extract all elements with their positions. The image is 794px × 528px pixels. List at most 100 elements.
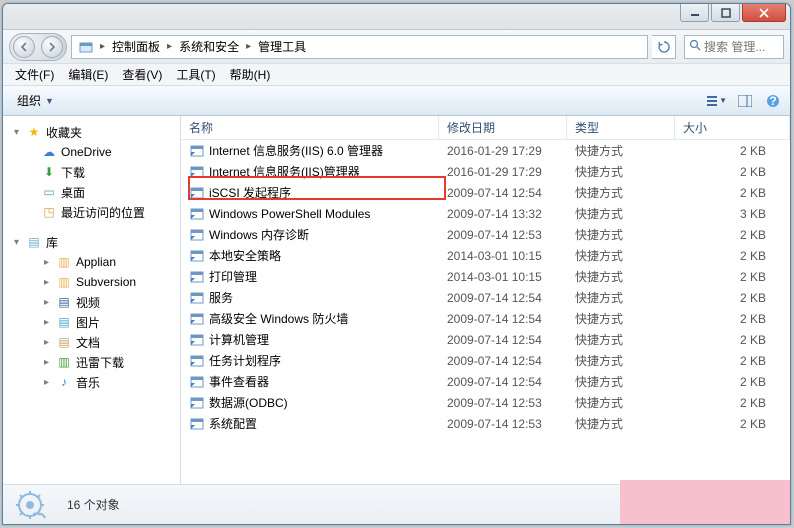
item-type: 快捷方式 (567, 352, 675, 369)
menu-help[interactable]: 帮助(H) (224, 64, 277, 85)
download-icon: ⬇ (41, 164, 57, 180)
music-icon: ♪ (56, 374, 72, 390)
item-size: 2 KB (675, 270, 790, 284)
nav-music[interactable]: ▸♪音乐 (3, 372, 180, 392)
column-type[interactable]: 类型 (567, 116, 675, 139)
forward-button[interactable] (41, 36, 63, 58)
chevron-right-icon[interactable]: ▸ (165, 41, 174, 52)
file-list: Internet 信息服务(IIS) 6.0 管理器2016-01-29 17:… (181, 140, 790, 484)
column-name[interactable]: 名称 (181, 116, 439, 139)
svg-text:?: ? (769, 94, 776, 108)
item-name: 事件查看器 (209, 373, 269, 390)
expand-icon[interactable]: ▸ (41, 357, 52, 368)
desktop-icon: ▭ (41, 184, 57, 200)
item-type: 快捷方式 (567, 268, 675, 285)
organize-button[interactable]: 组织 ▼ (9, 89, 62, 112)
search-icon (689, 39, 701, 54)
list-item[interactable]: Internet 信息服务(IIS) 6.0 管理器2016-01-29 17:… (181, 140, 790, 161)
cloud-icon: ☁ (41, 144, 57, 160)
collapse-icon[interactable]: ▾ (11, 127, 22, 138)
item-size: 2 KB (675, 249, 790, 263)
breadcrumb[interactable]: ▸ 控制面板 ▸ 系统和安全 ▸ 管理工具 (71, 35, 648, 59)
list-item[interactable]: 服务2009-07-14 12:54快捷方式2 KB (181, 287, 790, 308)
list-item[interactable]: 任务计划程序2009-07-14 12:54快捷方式2 KB (181, 350, 790, 371)
shortcut-icon (189, 311, 205, 327)
menu-file[interactable]: 文件(F) (9, 64, 60, 85)
list-item[interactable]: Internet 信息服务(IIS)管理器2016-01-29 17:29快捷方… (181, 161, 790, 182)
item-date: 2009-07-14 12:54 (439, 354, 567, 368)
search-input[interactable]: 搜索 管理... (684, 35, 784, 59)
close-button[interactable] (742, 4, 786, 22)
breadcrumb-seg-2[interactable]: 管理工具 (253, 36, 311, 58)
collapse-icon[interactable]: ▾ (11, 237, 22, 248)
item-type: 快捷方式 (567, 247, 675, 264)
command-bar: 组织 ▼ ▼ ? (3, 86, 790, 116)
minimize-button[interactable] (680, 4, 709, 22)
nav-libraries[interactable]: ▾▤库 (3, 232, 180, 252)
item-name: Windows PowerShell Modules (209, 207, 370, 221)
shortcut-icon (189, 374, 205, 390)
nav-documents[interactable]: ▸▤文档 (3, 332, 180, 352)
breadcrumb-seg-0[interactable]: 控制面板 (107, 36, 165, 58)
help-button[interactable]: ? (762, 91, 784, 111)
list-item[interactable]: Windows 内存诊断2009-07-14 12:53快捷方式2 KB (181, 224, 790, 245)
back-button[interactable] (13, 36, 35, 58)
maximize-button[interactable] (711, 4, 740, 22)
list-item[interactable]: 本地安全策略2014-03-01 10:15快捷方式2 KB (181, 245, 790, 266)
view-options-button[interactable]: ▼ (706, 91, 728, 111)
nav-onedrive[interactable]: ☁OneDrive (3, 142, 180, 162)
shortcut-icon (189, 269, 205, 285)
chevron-down-icon: ▼ (45, 96, 54, 106)
list-item[interactable]: iSCSI 发起程序2009-07-14 12:54快捷方式2 KB (181, 182, 790, 203)
video-icon: ▤ (56, 294, 72, 310)
nav-recent[interactable]: ◳最近访问的位置 (3, 202, 180, 222)
library-icon: ▤ (26, 234, 42, 250)
nav-desktop[interactable]: ▭桌面 (3, 182, 180, 202)
nav-favorites[interactable]: ▾★收藏夹 (3, 122, 180, 142)
refresh-button[interactable] (652, 35, 676, 59)
shortcut-icon (189, 416, 205, 432)
list-item[interactable]: 事件查看器 2009-07-14 12:54快捷方式2 KB (181, 371, 790, 392)
menu-edit[interactable]: 编辑(E) (62, 64, 114, 85)
chevron-right-icon[interactable]: ▸ (244, 41, 253, 52)
list-item[interactable]: 数据源(ODBC)2009-07-14 12:53快捷方式2 KB (181, 392, 790, 413)
nav-thunder[interactable]: ▸▥迅雷下载 (3, 352, 180, 372)
breadcrumb-root-icon[interactable] (74, 36, 98, 58)
nav-applian[interactable]: ▸▥Applian (3, 252, 180, 272)
list-item[interactable]: 高级安全 Windows 防火墙2009-07-14 12:54快捷方式2 KB (181, 308, 790, 329)
content-pane: 名称 修改日期 类型 大小 Internet 信息服务(IIS) 6.0 管理器… (181, 116, 790, 484)
item-date: 2014-03-01 10:15 (439, 270, 567, 284)
item-size: 3 KB (675, 207, 790, 221)
item-type: 快捷方式 (567, 373, 675, 390)
menubar: 文件(F) 编辑(E) 查看(V) 工具(T) 帮助(H) (3, 64, 790, 86)
preview-pane-button[interactable] (734, 91, 756, 111)
nav-downloads[interactable]: ⬇下载 (3, 162, 180, 182)
menu-view[interactable]: 查看(V) (116, 64, 168, 85)
expand-icon[interactable]: ▸ (41, 377, 52, 388)
item-date: 2014-03-01 10:15 (439, 249, 567, 263)
breadcrumb-seg-1[interactable]: 系统和安全 (174, 36, 244, 58)
item-date: 2009-07-14 12:54 (439, 186, 567, 200)
nav-videos[interactable]: ▸▤视频 (3, 292, 180, 312)
expand-icon[interactable]: ▸ (41, 277, 52, 288)
expand-icon[interactable]: ▸ (41, 317, 52, 328)
expand-icon[interactable]: ▸ (41, 337, 52, 348)
picture-icon: ▤ (56, 314, 72, 330)
expand-icon[interactable]: ▸ (41, 257, 52, 268)
expand-icon[interactable]: ▸ (41, 297, 52, 308)
list-item[interactable]: 系统配置2009-07-14 12:53快捷方式2 KB (181, 413, 790, 434)
list-item[interactable]: 计算机管理2009-07-14 12:54快捷方式2 KB (181, 329, 790, 350)
item-date: 2009-07-14 12:53 (439, 417, 567, 431)
nav-pictures[interactable]: ▸▤图片 (3, 312, 180, 332)
column-date[interactable]: 修改日期 (439, 116, 567, 139)
nav-subversion[interactable]: ▸▥Subversion (3, 272, 180, 292)
item-date: 2009-07-14 12:54 (439, 375, 567, 389)
chevron-right-icon[interactable]: ▸ (98, 41, 107, 52)
menu-tools[interactable]: 工具(T) (170, 64, 221, 85)
column-size[interactable]: 大小 (675, 116, 790, 139)
list-item[interactable]: Windows PowerShell Modules2009-07-14 13:… (181, 203, 790, 224)
item-size: 2 KB (675, 396, 790, 410)
item-size: 2 KB (675, 375, 790, 389)
shortcut-icon (189, 185, 205, 201)
list-item[interactable]: 打印管理2014-03-01 10:15快捷方式2 KB (181, 266, 790, 287)
